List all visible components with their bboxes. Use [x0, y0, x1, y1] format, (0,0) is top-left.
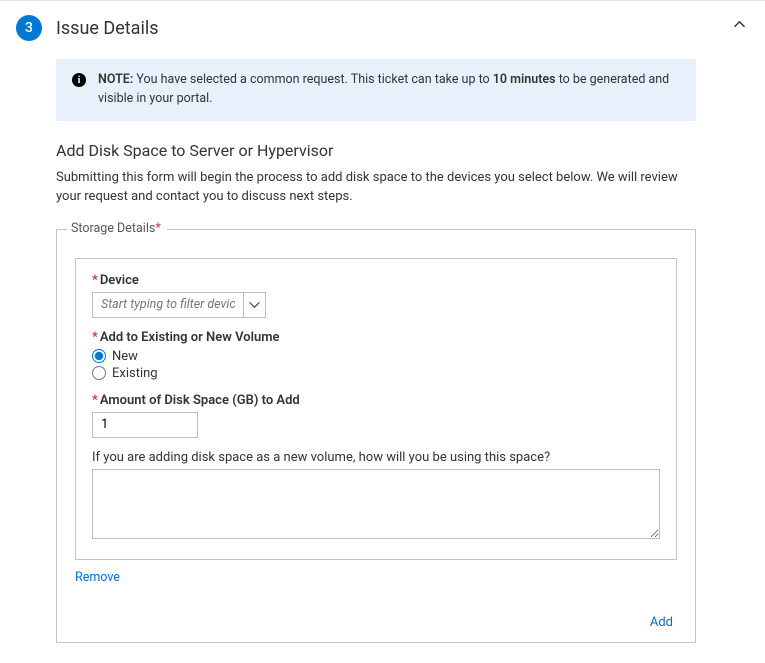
panel-body: i NOTE: You have selected a common reque…: [56, 59, 696, 643]
usage-label: If you are adding disk space as a new vo…: [92, 450, 550, 465]
device-label: *Device: [92, 273, 660, 288]
usage-field: If you are adding disk space as a new vo…: [92, 450, 660, 543]
volume-radio-new-input[interactable]: [92, 349, 106, 363]
required-marker: *: [92, 393, 98, 408]
device-dropdown-toggle[interactable]: [243, 293, 265, 317]
device-field: *Device: [92, 273, 660, 318]
volume-radio-group: New Existing: [92, 349, 660, 381]
note-text-before: You have selected a common request. This…: [133, 72, 493, 87]
volume-new-text: New: [112, 349, 138, 364]
storage-details-fieldset: Storage Details* *Device: [56, 229, 696, 643]
issue-details-panel: 3 Issue Details i NOTE: You have selecte…: [0, 0, 765, 663]
usage-textarea[interactable]: [92, 469, 660, 539]
section-description: Submitting this form will begin the proc…: [56, 168, 696, 207]
amount-label: *Amount of Disk Space (GB) to Add: [92, 393, 660, 408]
legend-text: Storage Details: [71, 221, 155, 236]
info-icon: i: [72, 73, 86, 87]
chevron-up-icon: [734, 19, 745, 30]
amount-input[interactable]: [92, 412, 198, 438]
note-text: NOTE: You have selected a common request…: [98, 71, 680, 109]
device-input[interactable]: [93, 293, 243, 317]
collapse-toggle[interactable]: [734, 19, 745, 34]
amount-field: *Amount of Disk Space (GB) to Add: [92, 393, 660, 438]
volume-existing-text: Existing: [112, 366, 158, 381]
note-prefix: NOTE:: [98, 72, 133, 87]
fieldset-footer: Add: [57, 603, 695, 642]
amount-label-text: Amount of Disk Space (GB) to Add: [100, 393, 300, 408]
step-number-badge: 3: [16, 15, 42, 41]
storage-item-box: *Device *Add: [75, 258, 677, 560]
volume-label-text: Add to Existing or New Volume: [100, 330, 280, 345]
required-marker: *: [92, 273, 98, 288]
device-select[interactable]: [92, 292, 266, 318]
required-marker: *: [92, 330, 98, 345]
volume-radio-existing[interactable]: Existing: [92, 366, 660, 381]
chevron-down-icon: [249, 299, 260, 310]
panel-title: Issue Details: [56, 18, 159, 39]
add-link[interactable]: Add: [650, 615, 673, 630]
volume-radio-existing-input[interactable]: [92, 366, 106, 380]
section-title: Add Disk Space to Server or Hypervisor: [56, 141, 696, 160]
info-note: i NOTE: You have selected a common reque…: [56, 59, 696, 121]
fieldset-inner: *Device *Add: [57, 230, 695, 603]
fieldset-legend: Storage Details*: [67, 221, 167, 236]
remove-link[interactable]: Remove: [75, 570, 120, 585]
volume-field: *Add to Existing or New Volume New Exist…: [92, 330, 660, 381]
note-emphasis: 10 minutes: [493, 72, 556, 87]
device-label-text: Device: [100, 273, 139, 288]
volume-radio-new[interactable]: New: [92, 349, 660, 364]
required-marker: *: [155, 221, 160, 236]
panel-header: 3 Issue Details: [16, 15, 749, 41]
volume-label: *Add to Existing or New Volume: [92, 330, 660, 345]
